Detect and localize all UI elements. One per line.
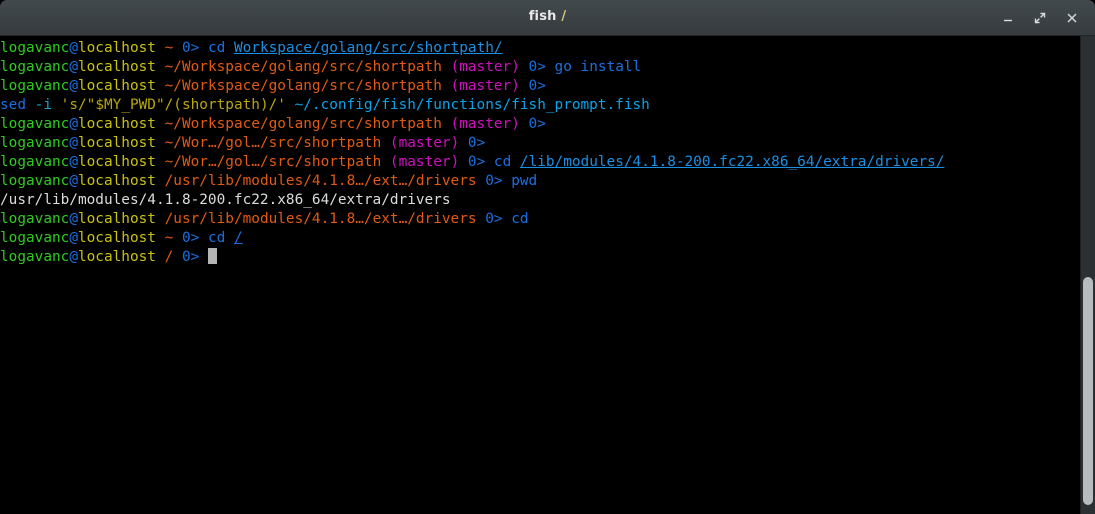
shell-command: cd [207,230,226,246]
prompt-host: localhost [77,211,156,227]
prompt-user: logavanc [0,230,70,246]
terminal-screen[interactable]: logavanc@localhost ~ 0> cd Workspace/gol… [0,39,1075,267]
prompt-status: 0> [485,211,503,227]
terminal-body[interactable]: logavanc@localhost ~ 0> cd Workspace/gol… [0,36,1095,514]
terminal-line: logavanc@localhost /usr/lib/modules/4.1.… [0,210,1075,229]
terminal-line: logavanc@localhost ~/Workspace/golang/sr… [0,77,1075,96]
prompt-status: 0> [181,249,200,265]
prompt-host: localhost [77,230,156,246]
command-argument: /lib/modules/4.1.8-200.fc22.x86_64/extra… [519,154,945,170]
prompt-host: localhost [77,78,156,94]
terminal-line: sed -i 's/"$MY_PWD"/(shortpath)/' ~/.con… [0,96,1075,115]
prompt-git-branch: (master) [389,154,460,170]
prompt-at: @ [69,78,78,94]
terminal-line: logavanc@localhost ~/Workspace/golang/sr… [0,58,1075,77]
terminal-line: logavanc@localhost ~/Workspace/golang/sr… [0,115,1075,134]
terminal-window: fish / logavanc@localhost ~ 0> cd Worksp… [0,0,1095,514]
terminal-line: logavanc@localhost ~/Wor…/gol…/src/short… [0,153,1075,172]
prompt-status: 0> [181,230,200,246]
shell-command: sed [0,97,26,113]
prompt-status: 0> [467,154,486,170]
prompt-user: logavanc [0,59,70,75]
window-title: fish / [0,9,1095,24]
prompt-at: @ [69,211,78,227]
terminal-line: logavanc@localhost ~ 0> cd Workspace/gol… [0,39,1075,58]
prompt-at: @ [69,230,78,246]
prompt-git-branch: (master) [450,59,520,75]
prompt-status: 0> [181,40,200,56]
window-title-prefix: fish [528,9,557,24]
maximize-button[interactable] [1025,3,1055,33]
terminal-line: logavanc@localhost ~/Wor…/gol…/src/short… [0,134,1075,153]
prompt-git-branch: (master) [389,135,460,151]
window-controls [993,0,1087,36]
prompt-status: 0> [528,116,546,132]
prompt-user: logavanc [0,154,70,170]
prompt-at: @ [69,116,78,132]
command-flag: -i [34,97,52,113]
prompt-status: 0> [528,59,546,75]
shell-command: cd [493,154,512,170]
prompt-path: /usr/lib/modules/4.1.8…/ext…/drivers [164,173,477,189]
prompt-git-branch: (master) [450,116,520,132]
prompt-user: logavanc [0,135,70,151]
prompt-path: ~ [164,230,174,246]
shell-command: cd [207,40,226,56]
prompt-host: localhost [77,173,156,189]
prompt-user: logavanc [0,78,70,94]
command-output: /usr/lib/modules/4.1.8-200.fc22.x86_64/e… [0,192,451,208]
minimize-button[interactable] [993,3,1023,33]
prompt-host: localhost [77,59,156,75]
prompt-git-branch: (master) [450,78,520,94]
prompt-path: ~/Workspace/golang/src/shortpath [164,59,442,75]
command-argument: ~/.config/fish/functions/fish_prompt.fis… [294,97,650,113]
shell-command: pwd [511,173,538,189]
title-bar[interactable]: fish / [0,0,1095,36]
prompt-user: logavanc [0,40,70,56]
prompt-host: localhost [77,116,156,132]
terminal-cursor [207,248,217,264]
prompt-host: localhost [77,249,156,265]
prompt-path: / [164,249,174,265]
prompt-status: 0> [528,78,546,94]
terminal-line: logavanc@localhost /usr/lib/modules/4.1.… [0,172,1075,191]
prompt-user: logavanc [0,249,70,265]
prompt-path: ~/Wor…/gol…/src/shortpath [164,135,382,151]
close-button[interactable] [1057,3,1087,33]
terminal-line: logavanc@localhost / 0> [0,248,1075,267]
prompt-user: logavanc [0,173,70,189]
terminal-line: logavanc@localhost ~ 0> cd / [0,229,1075,248]
prompt-user: logavanc [0,116,70,132]
command-argument: / [233,230,243,246]
prompt-path: /usr/lib/modules/4.1.8…/ext…/drivers [164,211,477,227]
prompt-host: localhost [77,135,156,151]
prompt-user: logavanc [0,211,70,227]
prompt-at: @ [69,154,78,170]
prompt-path: ~/Workspace/golang/src/shortpath [164,116,442,132]
prompt-path: ~ [164,40,174,56]
command-string: 's/"$MY_PWD"/(shortpath)/' [60,97,286,113]
prompt-path: ~/Workspace/golang/src/shortpath [164,78,442,94]
scrollbar-thumb[interactable] [1083,277,1093,505]
window-title-directory: / [561,9,567,24]
prompt-at: @ [69,173,78,189]
shell-command: go install [554,59,642,75]
prompt-status: 0> [485,173,503,189]
prompt-host: localhost [77,154,156,170]
shell-command: cd [511,211,529,227]
terminal-line: /usr/lib/modules/4.1.8-200.fc22.x86_64/e… [0,191,1075,210]
prompt-host: localhost [77,40,156,56]
prompt-path: ~/Wor…/gol…/src/shortpath [164,154,382,170]
prompt-at: @ [69,249,78,265]
prompt-at: @ [69,40,78,56]
prompt-status: 0> [467,135,486,151]
prompt-at: @ [69,135,78,151]
terminal-scrollbar[interactable] [1080,36,1095,514]
command-argument: Workspace/golang/src/shortpath/ [233,40,503,56]
prompt-at: @ [69,59,78,75]
